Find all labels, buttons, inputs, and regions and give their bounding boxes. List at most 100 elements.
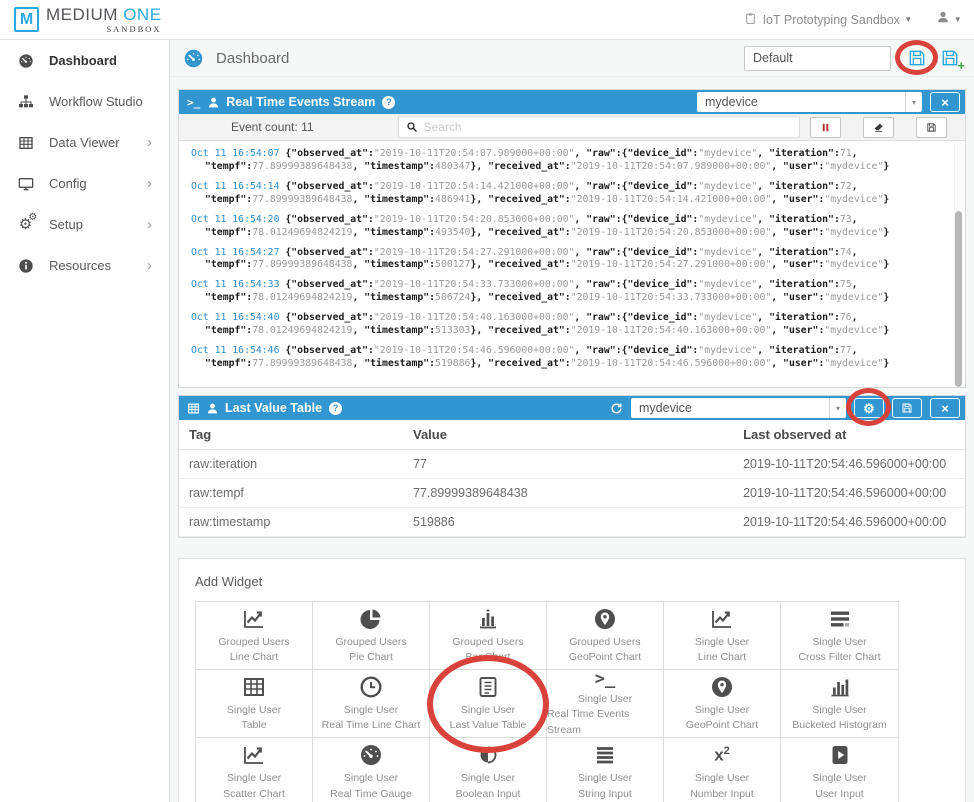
add-widget-title: Add Widget — [195, 574, 949, 589]
page-header: Dashboard + — [170, 40, 974, 77]
chevron-right-icon: › — [147, 176, 152, 191]
floppy-icon — [901, 402, 913, 414]
widget-option-single-user-cross-filter-chart[interactable]: Single UserCross Filter Chart — [781, 602, 898, 670]
table-cell: raw:timestamp — [179, 508, 403, 537]
widget-title: Last Value Table — [225, 401, 322, 415]
line-chart-icon — [710, 606, 734, 632]
widget-option-single-user-real-time-gauge[interactable]: Single UserReal Time Gauge — [313, 738, 430, 802]
widget-option-line1: Single User — [344, 771, 398, 786]
widget-option-single-user-bucketed-histogram[interactable]: Single UserBucketed Histogram — [781, 670, 898, 738]
gear-icon: ⚙ — [863, 402, 875, 415]
event-entry: Oct 11 16:54:40 {"observed_at":"2019-10-… — [191, 312, 941, 338]
widget-option-single-user-real-time-events-stream[interactable]: >_Single UserReal Time Events Stream — [547, 670, 664, 738]
sidebar-item-config[interactable]: Config › — [0, 163, 169, 204]
clear-button[interactable] — [863, 117, 894, 138]
widget-option-single-user-string-input[interactable]: Single UserString Input — [547, 738, 664, 802]
widget-settings-button[interactable]: ⚙ — [854, 398, 884, 418]
line-chart-icon — [242, 606, 266, 632]
save-events-button[interactable] — [916, 117, 947, 138]
geopoint-icon — [593, 606, 617, 632]
widget-option-line2: Last Value Table — [450, 718, 527, 733]
user-icon — [207, 96, 220, 109]
widget-option-single-user-last-value-table[interactable]: Single UserLast Value Table — [430, 670, 547, 738]
save-as-new-dashboard-button[interactable]: + — [940, 48, 960, 68]
terminal-icon: >_ — [595, 669, 615, 689]
table-cell: 77 — [403, 450, 733, 479]
widget-option-grouped-users-pie-chart[interactable]: Grouped UsersPie Chart — [313, 602, 430, 670]
sidebar-item-label: Workflow Studio — [49, 94, 143, 109]
floppy-icon — [926, 122, 937, 133]
widget-option-grouped-users-line-chart[interactable]: Grouped UsersLine Chart — [196, 602, 313, 670]
widget-option-line1: Single User — [695, 771, 749, 786]
dashboard-name-input[interactable] — [744, 46, 891, 71]
widget-option-single-user-boolean-input[interactable]: Single UserBoolean Input — [430, 738, 547, 802]
play-icon — [828, 742, 852, 768]
page-title: Dashboard — [216, 50, 289, 67]
user-menu[interactable]: ▾ — [936, 10, 960, 29]
gears-icon: ⚙⚙ — [17, 216, 34, 233]
table-cell: raw:tempf — [179, 479, 403, 508]
sidebar-item-data-viewer[interactable]: Data Viewer› — [0, 122, 169, 163]
help-icon[interactable]: ? — [382, 96, 395, 109]
sidebar-item-workflow-studio[interactable]: Workflow Studio — [0, 81, 169, 122]
event-entry: Oct 11 16:54:46 {"observed_at":"2019-10-… — [191, 345, 941, 371]
event-entry: Oct 11 16:54:27 {"observed_at":"2019-10-… — [191, 247, 941, 273]
clock-icon — [359, 674, 383, 700]
chevron-right-icon: › — [147, 135, 152, 150]
sidebar-item-setup[interactable]: ⚙⚙Setup› — [0, 204, 169, 245]
widget-option-line2: String Input — [578, 787, 632, 802]
pause-button[interactable] — [810, 117, 841, 138]
widget-option-line1: Grouped Users — [335, 635, 406, 650]
workspace-selector[interactable]: IoT Prototyping Sandbox ▾ — [744, 12, 911, 28]
widget-option-line1: Single User — [227, 703, 281, 718]
widget-option-single-user-table[interactable]: Single UserTable — [196, 670, 313, 738]
widget-option-line1: Single User — [227, 771, 281, 786]
sidebar-item-resources[interactable]: Resources › — [0, 245, 169, 286]
search-input[interactable] — [418, 120, 792, 134]
add-widget-panel: Add Widget Grouped UsersLine ChartGroupe… — [178, 558, 966, 802]
widget-option-line1: Single User — [344, 703, 398, 718]
help-icon[interactable]: ? — [329, 402, 342, 415]
sidebar-item-label: Config — [49, 176, 87, 191]
widget-option-single-user-user-input[interactable]: Single UserUser Input — [781, 738, 898, 802]
widget-option-single-user-real-time-line-chart[interactable]: Single UserReal Time Line Chart — [313, 670, 430, 738]
widget-option-single-user-geopoint-chart[interactable]: Single UserGeoPoint Chart — [664, 670, 781, 738]
table-cell: 519886 — [403, 508, 733, 537]
event-count-label: Event count: — [231, 120, 298, 134]
chevron-right-icon: › — [147, 258, 152, 273]
brand-medium: MEDIUM — [46, 5, 118, 24]
event-stream: Oct 11 16:54:07 {"observed_at":"2019-10-… — [179, 141, 965, 387]
device-select[interactable]: mydevice ▾ — [697, 92, 922, 112]
event-entry: Oct 11 16:54:20 {"observed_at":"2019-10-… — [191, 214, 941, 240]
search-icon — [406, 121, 418, 133]
close-widget-button[interactable]: × — [930, 398, 960, 418]
widget-option-line1: Single User — [812, 703, 866, 718]
chevron-right-icon: › — [147, 217, 152, 232]
table-header-row: TagValueLast observed at — [179, 420, 965, 450]
device-select[interactable]: mydevice ▾ — [631, 398, 846, 418]
real-time-events-stream-widget: >_ Real Time Events Stream ? mydevice ▾ … — [178, 89, 966, 388]
sidebar-item-label: Resources — [49, 258, 111, 273]
cross-filter-icon — [828, 606, 852, 632]
table-row: raw:iteration772019-10-11T20:54:46.59600… — [179, 450, 965, 479]
scrollbar-thumb[interactable] — [955, 211, 962, 387]
topbar: M MEDIUM ONE SANDBOX IoT Prototyping San… — [0, 0, 974, 40]
geopoint-icon — [710, 674, 734, 700]
save-dashboard-button[interactable] — [907, 48, 927, 68]
chevron-down-icon: ▾ — [955, 14, 960, 25]
widget-option-single-user-scatter-chart[interactable]: Single UserScatter Chart — [196, 738, 313, 802]
widget-option-single-user-line-chart[interactable]: Single UserLine Chart — [664, 602, 781, 670]
widget-option-grouped-users-geopoint-chart[interactable]: Grouped UsersGeoPoint Chart — [547, 602, 664, 670]
widget-option-grouped-users-bar-chart[interactable]: Grouped UsersBar Chart — [430, 602, 547, 670]
widget-option-single-user-number-input[interactable]: x2Single UserNumber Input — [664, 738, 781, 802]
refresh-icon[interactable] — [610, 402, 623, 415]
widget-option-line2: User Input — [815, 787, 863, 802]
widget-option-line1: Single User — [695, 635, 749, 650]
widget-option-line2: Real Time Line Chart — [322, 718, 421, 733]
close-widget-button[interactable]: × — [930, 92, 960, 112]
sidebar-item-dashboard[interactable]: Dashboard — [0, 40, 169, 81]
save-widget-button[interactable] — [892, 398, 922, 418]
user-icon — [206, 402, 219, 415]
widget-option-line2: Bar Chart — [466, 650, 511, 665]
chevron-down-icon: ▾ — [905, 92, 922, 112]
